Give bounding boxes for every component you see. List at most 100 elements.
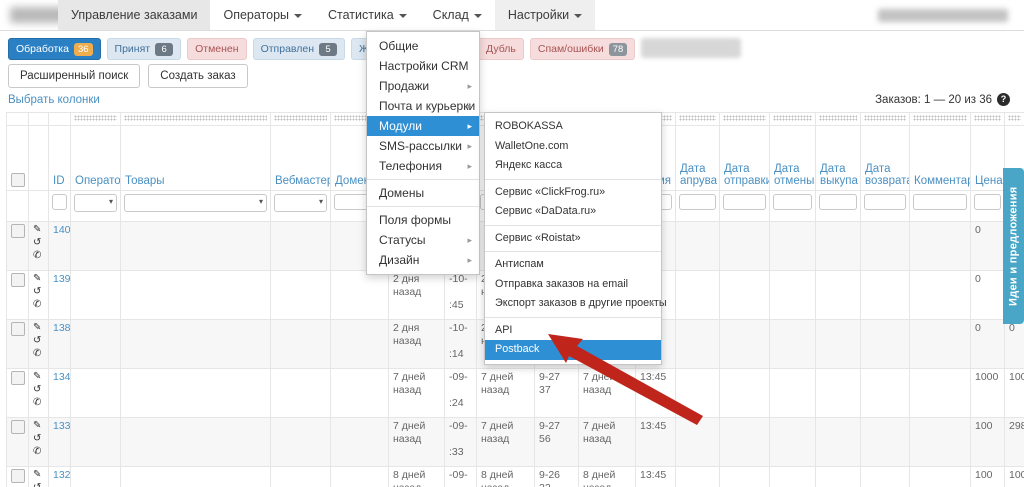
column-header-tovary[interactable]: Товары: [121, 126, 271, 191]
resize-handle-cell[interactable]: [676, 113, 720, 126]
row-checkbox[interactable]: [11, 224, 25, 238]
column-resize-handle[interactable]: [864, 115, 906, 121]
filter-input-buyout[interactable]: [819, 194, 857, 210]
order-id-link[interactable]: 140: [53, 224, 71, 236]
column-resize-handle[interactable]: [974, 115, 1001, 121]
history-icon[interactable]: ↺: [33, 433, 44, 445]
column-header-operator[interactable]: Оператор: [71, 126, 121, 191]
column-header-buyout[interactable]: Дата выкупа: [816, 126, 861, 191]
edit-icon[interactable]: ✎: [33, 469, 44, 481]
history-icon[interactable]: ↺: [33, 384, 44, 396]
history-icon[interactable]: ↺: [33, 482, 44, 487]
phone-icon[interactable]: ✆: [33, 348, 44, 360]
phone-icon[interactable]: ✆: [33, 397, 44, 409]
resize-handle-cell[interactable]: [121, 113, 271, 126]
settings-menu-item-3[interactable]: Почта и курьерки▸: [367, 96, 479, 116]
filter-select-webmaster[interactable]: ▾: [274, 194, 327, 212]
modules-submenu-item-5[interactable]: Сервис «DaData.ru»: [485, 202, 661, 222]
settings-menu-item-5[interactable]: SMS-рассылки▸: [367, 136, 479, 156]
resize-handle-cell[interactable]: [71, 113, 121, 126]
choose-columns-link[interactable]: Выбрать колонки: [8, 94, 100, 106]
row-checkbox[interactable]: [11, 469, 25, 483]
nav-tab-4[interactable]: Настройки: [495, 0, 595, 30]
resize-handle-cell[interactable]: [720, 113, 770, 126]
user-account-menu[interactable]: [878, 9, 1008, 22]
order-id-link[interactable]: 138: [53, 322, 71, 334]
column-header-ship[interactable]: Дата отправки: [720, 126, 770, 191]
modules-submenu-item-14[interactable]: Postback: [485, 340, 661, 360]
status-filter-3[interactable]: Отправлен5: [253, 38, 345, 60]
modules-submenu-item-13[interactable]: API: [485, 321, 661, 341]
column-header-id[interactable]: ID: [49, 126, 71, 191]
modules-submenu-item-9[interactable]: Антиспам: [485, 255, 661, 275]
settings-menu-item-11[interactable]: Статусы▸: [367, 230, 479, 250]
modules-submenu-item-10[interactable]: Отправка заказов на email: [485, 275, 661, 295]
column-header-aprove[interactable]: Дата апрува: [676, 126, 720, 191]
create-order-button[interactable]: Создать заказ: [148, 64, 247, 88]
filter-input-aprove[interactable]: [679, 194, 716, 210]
modules-submenu-item-11[interactable]: Экспорт заказов в другие проекты▸: [485, 294, 661, 314]
resize-handle-cell[interactable]: [910, 113, 971, 126]
settings-menu-item-10[interactable]: Поля формы: [367, 210, 479, 230]
modules-submenu-item-7[interactable]: Сервис «Roistat»: [485, 229, 661, 249]
status-filter-7[interactable]: Спам/ошибки78: [530, 38, 635, 60]
settings-menu-item-0[interactable]: Общие: [367, 36, 479, 56]
nav-tab-0[interactable]: Управление заказами: [58, 0, 210, 30]
filter-input-cancel[interactable]: [773, 194, 812, 210]
advanced-search-button[interactable]: Расширенный поиск: [8, 64, 140, 88]
settings-menu-item-1[interactable]: Настройки CRM: [367, 56, 479, 76]
column-resize-handle[interactable]: [819, 115, 857, 121]
modules-submenu-item-2[interactable]: Яндекс касса: [485, 156, 661, 176]
row-checkbox[interactable]: [11, 273, 25, 287]
edit-icon[interactable]: ✎: [33, 371, 44, 383]
history-icon[interactable]: ↺: [33, 237, 44, 249]
column-resize-handle[interactable]: [913, 115, 967, 121]
row-checkbox[interactable]: [11, 371, 25, 385]
column-header-price[interactable]: Цена: [971, 126, 1005, 191]
edit-icon[interactable]: ✎: [33, 322, 44, 334]
column-resize-handle[interactable]: [679, 115, 716, 121]
column-resize-handle[interactable]: [723, 115, 766, 121]
filter-select-tovary[interactable]: ▾: [124, 194, 267, 212]
edit-icon[interactable]: ✎: [33, 273, 44, 285]
order-id-link[interactable]: 134: [53, 371, 71, 383]
edit-icon[interactable]: ✎: [33, 224, 44, 236]
status-filter-2[interactable]: Отменен: [187, 38, 246, 60]
history-icon[interactable]: ↺: [33, 286, 44, 298]
nav-tab-1[interactable]: Операторы: [210, 0, 315, 30]
column-resize-handle[interactable]: [74, 115, 117, 121]
settings-menu-item-4[interactable]: Модули▸: [367, 116, 479, 136]
phone-icon[interactable]: ✆: [33, 446, 44, 458]
settings-menu-item-8[interactable]: Домены: [367, 183, 479, 203]
status-filter-1[interactable]: Принят6: [107, 38, 182, 60]
resize-handle-cell[interactable]: [271, 113, 331, 126]
column-resize-handle[interactable]: [274, 115, 327, 121]
select-all-checkbox[interactable]: [11, 173, 25, 187]
settings-menu-item-6[interactable]: Телефония▸: [367, 156, 479, 176]
resize-handle-cell[interactable]: [770, 113, 816, 126]
column-header-webmaster[interactable]: Вебмастер: [271, 126, 331, 191]
order-id-link[interactable]: 132: [53, 469, 71, 481]
help-icon[interactable]: ?: [997, 93, 1010, 106]
settings-menu-item-2[interactable]: Продажи▸: [367, 76, 479, 96]
resize-handle-cell[interactable]: [816, 113, 861, 126]
resize-handle-cell[interactable]: [971, 113, 1005, 126]
filter-input-comment[interactable]: [913, 194, 967, 210]
ideas-side-tab[interactable]: Идеи и предложения: [1003, 168, 1024, 324]
settings-menu-item-12[interactable]: Дизайн▸: [367, 250, 479, 270]
nav-tab-2[interactable]: Статистика: [315, 0, 420, 30]
row-checkbox[interactable]: [11, 322, 25, 336]
edit-icon[interactable]: ✎: [33, 420, 44, 432]
column-header-return[interactable]: Дата возврата: [861, 126, 910, 191]
row-checkbox[interactable]: [11, 420, 25, 434]
history-icon[interactable]: ↺: [33, 335, 44, 347]
nav-tab-3[interactable]: Склад: [420, 0, 495, 30]
column-resize-handle[interactable]: [773, 115, 812, 121]
column-resize-handle[interactable]: [1008, 115, 1021, 121]
filter-input-return[interactable]: [864, 194, 906, 210]
column-header-cancel[interactable]: Дата отмены: [770, 126, 816, 191]
resize-handle-cell[interactable]: [861, 113, 910, 126]
status-filter-6[interactable]: Дубль: [478, 38, 524, 60]
modules-submenu-item-1[interactable]: WalletOne.com: [485, 137, 661, 157]
column-resize-handle[interactable]: [124, 115, 267, 121]
